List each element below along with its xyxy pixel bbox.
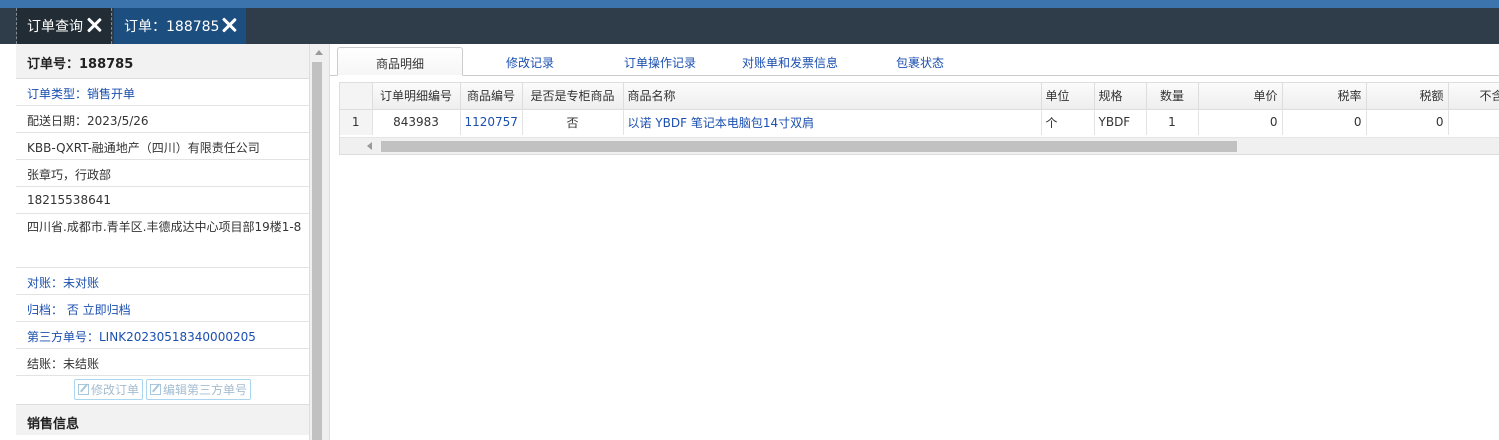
edit-icon (150, 384, 161, 395)
customer-company: KBB-QXRT-融通地产（四川）有限责任公司 (16, 133, 309, 160)
scroll-thumb[interactable] (381, 141, 1237, 152)
third-party-number-link[interactable]: 第三方单号：LINK20230518340000205 (16, 322, 309, 349)
order-number-title: 订单号：188785 (16, 44, 309, 79)
column-header[interactable]: 是否是专柜商品 (522, 83, 624, 110)
tab-order-188785[interactable]: 订单：188785 (114, 8, 246, 44)
archive-status-link[interactable]: 归档： 否 立即归档 (16, 295, 309, 322)
tax-rate-cell: 0 (1282, 109, 1367, 135)
tab-package-status[interactable]: 包裹状态 (880, 47, 960, 76)
edit-order-button[interactable]: 修改订单 (73, 379, 143, 400)
column-header[interactable]: 单价 (1198, 83, 1283, 110)
order-actions: 修改订单 编辑第三方单号 (16, 376, 309, 405)
window-tab-bar: 订单查询 订单：188785 (0, 8, 1499, 44)
row-number: 1 (340, 109, 373, 135)
product-detail-grid: 订单明细编号 商品编号 是否是专柜商品 商品名称 单位 规格 数量 单价 税率 … (339, 82, 1499, 155)
top-accent-strip (0, 0, 1499, 8)
sales-info-header[interactable]: 销售信息 (16, 405, 309, 435)
contact-phone: 18215538641 (16, 187, 309, 214)
unit-price-cell: 0 (1198, 109, 1283, 135)
close-icon[interactable] (86, 17, 102, 33)
order-type-link[interactable]: 订单类型：销售开单 (16, 79, 309, 106)
tab-modification-log[interactable]: 修改记录 (490, 47, 570, 76)
scroll-left-icon[interactable] (367, 142, 372, 150)
table-row[interactable]: 1 843983 1120757 否 以诺 YBDF 笔记本电脑包14寸双肩 个… (340, 109, 1499, 135)
grid-horizontal-scrollbar[interactable] (340, 137, 1499, 154)
table-header-row: 订单明细编号 商品编号 是否是专柜商品 商品名称 单位 规格 数量 单价 税率 … (340, 83, 1499, 110)
scroll-thumb[interactable] (312, 62, 322, 440)
tab-product-details[interactable]: 商品明细 (337, 47, 463, 76)
order-detail-panel: 商品明细 修改记录 订单操作记录 对账单和发票信息 包裹状态 订单明细编号 商品… (329, 44, 1499, 440)
column-header[interactable]: 单位 (1041, 83, 1095, 110)
detail-tab-strip: 商品明细 修改记录 订单操作记录 对账单和发票信息 包裹状态 (330, 44, 1499, 76)
detail-id-cell: 843983 (372, 109, 461, 135)
tab-label: 订单查询 (27, 19, 83, 35)
quantity-cell: 1 (1146, 109, 1199, 135)
unit-cell: 个 (1041, 109, 1095, 135)
column-header[interactable]: 税额 (1366, 83, 1449, 110)
contact-person: 张章巧，行政部 (16, 160, 309, 187)
counter-product-cell: 否 (522, 109, 624, 135)
delivery-date: 配送日期：2023/5/26 (16, 106, 309, 133)
pretax-cell (1448, 109, 1499, 135)
tab-statement-invoice[interactable]: 对账单和发票信息 (730, 47, 850, 76)
edit-order-label: 修改订单 (90, 383, 139, 397)
tab-order-query[interactable]: 订单查询 (16, 8, 112, 44)
product-name-link[interactable]: 以诺 YBDF 笔记本电脑包14寸双肩 (623, 109, 1042, 135)
settlement-status: 结账：未结账 (16, 349, 309, 376)
left-panel-scrollbar[interactable] (310, 44, 329, 440)
column-header[interactable]: 规格 (1094, 83, 1147, 110)
scroll-up-icon[interactable] (315, 50, 323, 55)
column-header[interactable]: 不含税 (1448, 83, 1499, 110)
order-info-panel: 订单号：188785 订单类型：销售开单 配送日期：2023/5/26 KBB-… (16, 44, 310, 440)
tab-operation-log[interactable]: 订单操作记录 (605, 47, 715, 76)
reconciliation-status-link[interactable]: 对账：未对账 (16, 268, 309, 295)
delivery-address: 四川省.成都市.青羊区.丰德成达中心项目部19楼1-8 (16, 214, 309, 268)
column-header[interactable]: 数量 (1146, 83, 1199, 110)
rownum-header (340, 83, 373, 110)
column-header[interactable]: 商品编号 (460, 83, 523, 110)
column-header[interactable]: 订单明细编号 (372, 83, 461, 110)
edit-third-party-button[interactable]: 编辑第三方单号 (146, 379, 252, 400)
spec-cell: YBDF (1094, 109, 1147, 135)
tab-label: 订单：188785 (124, 19, 220, 35)
column-header[interactable]: 商品名称 (623, 83, 1042, 110)
close-icon[interactable] (221, 17, 237, 33)
edit-icon (77, 384, 89, 395)
product-id-link[interactable]: 1120757 (460, 109, 523, 135)
tax-amount-cell: 0 (1366, 109, 1449, 135)
product-table: 订单明细编号 商品编号 是否是专柜商品 商品名称 单位 规格 数量 单价 税率 … (340, 83, 1499, 135)
column-header[interactable]: 税率 (1282, 83, 1367, 110)
edit-third-party-label: 编辑第三方单号 (163, 383, 248, 397)
